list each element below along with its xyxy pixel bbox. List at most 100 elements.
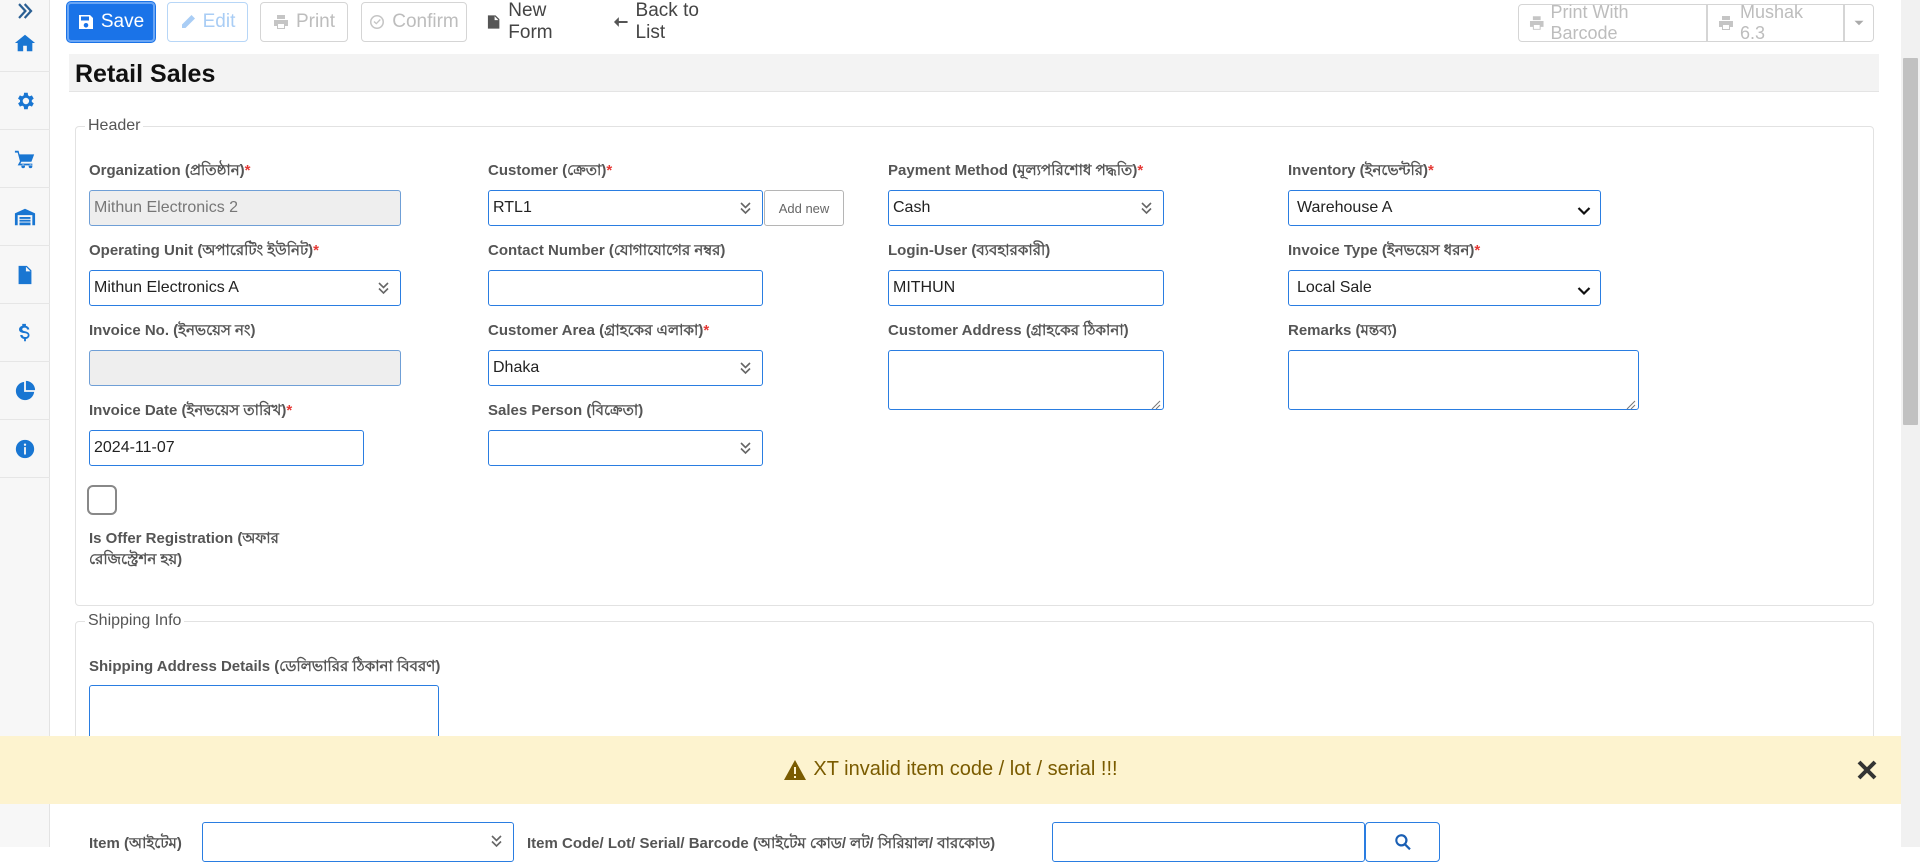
sales-person-label: Sales Person (বিক্রেতা) xyxy=(488,402,644,419)
home-icon xyxy=(14,34,36,51)
resize-grip-icon[interactable] xyxy=(1151,397,1161,410)
caret-down-icon xyxy=(1854,20,1864,26)
page-title: Retail Sales xyxy=(75,60,216,88)
invoice-date-label: Invoice Date (ইনভয়েস তারিখ)* xyxy=(89,402,293,419)
file-icon xyxy=(487,15,500,29)
shipping-legend: Shipping Info xyxy=(85,612,185,630)
operating-unit-select[interactable]: Mithun Electronics A xyxy=(89,270,401,306)
add-new-customer-button[interactable]: Add new xyxy=(764,190,844,226)
customer-select[interactable]: RTL1 xyxy=(488,190,763,226)
edit-button[interactable]: Edit xyxy=(167,2,248,42)
offer-registration-label-line1: Is Offer Registration (অফার xyxy=(89,530,279,547)
check-circle-icon xyxy=(370,15,385,29)
offer-registration-label: Is Offer Registration (অফার রেজিস্ট্রেশন… xyxy=(89,528,279,570)
organization-field[interactable]: Mithun Electronics 2 xyxy=(89,190,401,226)
edit-button-label: Edit xyxy=(202,11,236,32)
warning-icon xyxy=(784,759,807,780)
error-alert: XT invalid item code / lot / serial !!! xyxy=(0,736,1901,804)
operating-unit-value: Mithun Electronics A xyxy=(94,279,239,296)
back-to-list-button[interactable]: Back to List xyxy=(613,0,731,43)
invoice-type-label: Invoice Type (ইনভয়েস ধরন)* xyxy=(1288,242,1481,259)
scrollbar-thumb[interactable] xyxy=(1903,58,1918,425)
cart-icon xyxy=(14,150,35,168)
close-icon[interactable] xyxy=(1855,758,1879,782)
inventory-label: Inventory (ইনভেন্টরি)* xyxy=(1288,162,1434,179)
print-with-barcode-label: Print With Barcode xyxy=(1550,2,1629,43)
title-bar: Retail Sales xyxy=(69,54,1879,92)
invoice-no-field[interactable] xyxy=(89,350,401,386)
inventory-select[interactable]: Warehouse A xyxy=(1288,190,1601,226)
page-scrollbar[interactable] xyxy=(1901,0,1920,847)
new-form-button[interactable]: New Form xyxy=(486,0,592,43)
pencil-icon xyxy=(181,15,195,28)
operating-unit-label: Operating Unit (অপারেটিং ইউনিট)* xyxy=(89,242,319,259)
mushak-button[interactable]: Mushak 6.3 xyxy=(1707,2,1844,43)
payment-method-label: Payment Method (মূল্যপরিশোধ পদ্ধতি)* xyxy=(888,162,1144,179)
payment-method-value: Cash xyxy=(893,199,931,216)
invoice-type-value: Local Sale xyxy=(1297,279,1372,296)
printer-icon xyxy=(1529,16,1544,30)
warehouse-icon xyxy=(14,208,36,225)
sidebar-item-invoice[interactable] xyxy=(0,246,50,304)
remarks-label: Remarks (মন্তব্য) xyxy=(1288,322,1397,339)
item-label: Item (আইটেম) xyxy=(89,835,182,852)
chevron-double-down-icon xyxy=(1140,201,1153,215)
item-code-label: Item Code/ Lot/ Serial/ Barcode (আইটেম ক… xyxy=(527,835,996,852)
alert-text: XT invalid item code / lot / serial !!! xyxy=(813,758,1118,780)
sidebar-item-settings[interactable] xyxy=(0,72,50,130)
item-search-button[interactable] xyxy=(1365,822,1440,862)
invoice-type-select[interactable]: Local Sale xyxy=(1288,270,1601,306)
floppy-disk-icon xyxy=(78,15,93,29)
back-to-list-button-label: Back to List xyxy=(635,0,699,43)
sidebar xyxy=(0,0,50,847)
new-form-button-label: New Form xyxy=(508,0,553,43)
alert-message: XT invalid item code / lot / serial !!! xyxy=(0,758,1901,781)
invoice-date-field[interactable]: 2024-11-07 xyxy=(89,430,364,466)
offer-registration-label-line2: রেজিস্ট্রেশন হয়) xyxy=(89,551,183,568)
payment-method-select[interactable]: Cash xyxy=(888,190,1164,226)
chevron-down-icon xyxy=(1577,203,1591,216)
chevron-double-down-icon xyxy=(739,201,752,215)
print-dropdown-toggle[interactable] xyxy=(1844,4,1874,42)
remarks-field[interactable] xyxy=(1288,350,1639,410)
sidebar-item-reports[interactable] xyxy=(0,362,50,420)
header-legend: Header xyxy=(85,117,144,135)
sidebar-item-info[interactable] xyxy=(0,420,50,478)
print-button-label: Print xyxy=(295,11,336,32)
customer-address-field[interactable] xyxy=(888,350,1164,410)
sales-person-select[interactable] xyxy=(488,430,763,466)
item-code-field[interactable] xyxy=(1052,822,1365,862)
resize-grip-icon[interactable] xyxy=(1626,397,1636,410)
info-icon xyxy=(15,439,35,458)
login-user-field[interactable]: MITHUN xyxy=(888,270,1164,306)
printer-icon xyxy=(1718,16,1733,30)
offer-registration-checkbox[interactable] xyxy=(87,485,117,515)
chevron-double-down-icon xyxy=(490,834,503,848)
pie-chart-icon xyxy=(15,380,36,400)
save-button[interactable]: Save xyxy=(67,2,155,42)
item-select[interactable] xyxy=(202,822,514,862)
contact-number-field[interactable] xyxy=(488,270,763,306)
customer-address-label: Customer Address (গ্রাহকের ঠিকানা) xyxy=(888,322,1129,339)
customer-area-select[interactable]: Dhaka xyxy=(488,350,763,386)
login-user-label: Login-User (ব্যবহারকারী) xyxy=(888,242,1051,259)
printer-icon xyxy=(273,15,288,29)
print-button[interactable]: Print xyxy=(260,2,348,42)
confirm-button-label: Confirm xyxy=(392,11,459,32)
sidebar-item-warehouse[interactable] xyxy=(0,188,50,246)
sidebar-item-finance[interactable] xyxy=(0,304,50,362)
mushak-label: Mushak 6.3 xyxy=(1739,2,1804,43)
invoice-no-label: Invoice No. (ইনভয়েস নং) xyxy=(89,322,256,339)
customer-value: RTL1 xyxy=(493,199,532,216)
confirm-button[interactable]: Confirm xyxy=(361,2,467,42)
print-with-barcode-button[interactable]: Print With Barcode xyxy=(1518,2,1707,43)
chevron-double-down-icon xyxy=(739,361,752,375)
print-toolbar: Print With Barcode Mushak 6.3 xyxy=(1518,2,1874,43)
customer-area-label: Customer Area (গ্রাহকের এলাকা)* xyxy=(488,322,710,339)
gear-icon xyxy=(18,92,34,109)
contact-number-label: Contact Number (যোগাযোগের নম্বর) xyxy=(488,242,726,259)
sidebar-item-home[interactable] xyxy=(0,14,50,72)
customer-area-value: Dhaka xyxy=(493,359,540,376)
chevron-down-icon xyxy=(1577,283,1591,296)
sidebar-item-cart[interactable] xyxy=(0,130,50,188)
